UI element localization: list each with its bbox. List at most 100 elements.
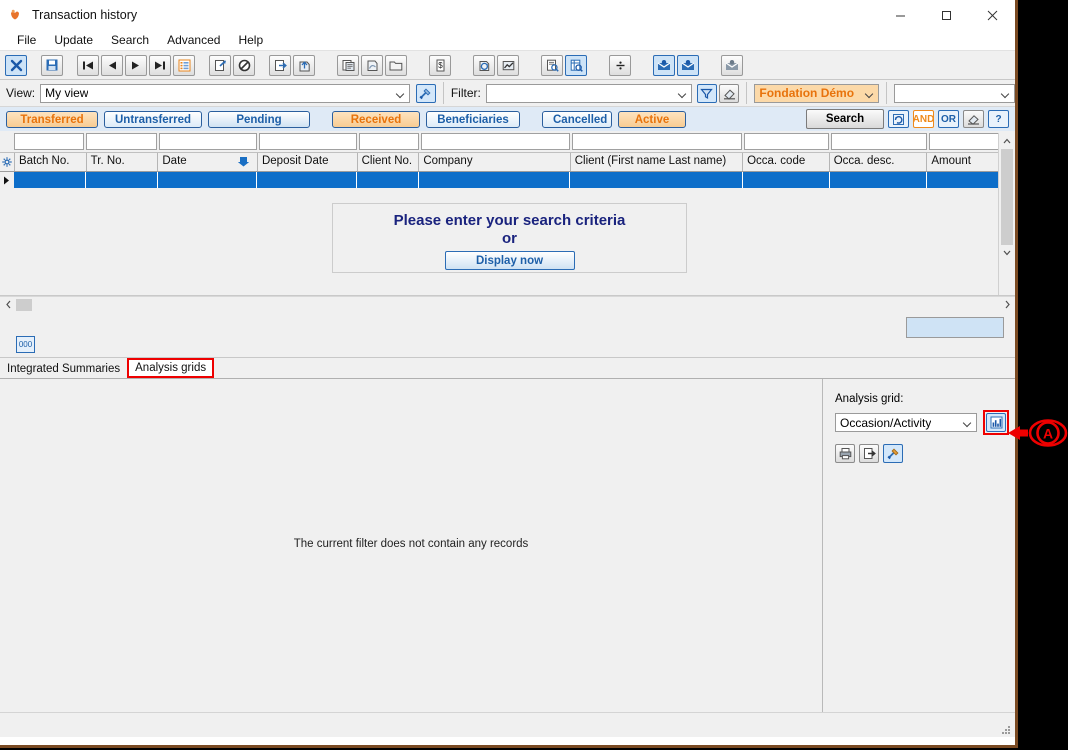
mail-send-icon[interactable] xyxy=(653,54,675,76)
menu-item-advanced[interactable]: Advanced xyxy=(158,31,229,49)
receipt-icon[interactable]: $ xyxy=(429,54,451,76)
analysis-action-buttons xyxy=(835,444,1015,463)
scroll-left-icon[interactable] xyxy=(0,300,16,311)
pill-untransferred[interactable]: Untransferred xyxy=(104,110,202,128)
search-grid-icon[interactable] xyxy=(565,54,587,76)
scrollbar-thumb[interactable] xyxy=(1001,149,1013,245)
menu-item-update[interactable]: Update xyxy=(45,31,102,49)
pill-pending[interactable]: Pending xyxy=(208,110,310,128)
export-icon[interactable] xyxy=(269,54,291,76)
eraser-icon[interactable] xyxy=(963,110,984,128)
svg-text:$: $ xyxy=(438,61,443,70)
grid-horizontal-scrollbar[interactable] xyxy=(0,296,1015,313)
column-header-company[interactable]: Company xyxy=(419,153,571,171)
tab-integrated-summaries[interactable]: Integrated Summaries xyxy=(0,360,127,378)
analysis-chart-area: The current filter does not contain any … xyxy=(0,379,823,712)
filter-input-occa-desc[interactable] xyxy=(830,133,927,150)
list-view-icon[interactable] xyxy=(173,54,195,76)
and-button[interactable]: AND xyxy=(913,110,934,128)
eraser-icon[interactable] xyxy=(719,83,740,103)
column-header-occa-desc[interactable]: Occa. desc. xyxy=(830,153,928,171)
column-header-occa-code[interactable]: Occa. code xyxy=(743,153,830,171)
search-document-icon[interactable] xyxy=(541,54,563,76)
column-header-batch-no[interactable]: Batch No. xyxy=(15,153,87,171)
view-filter-bar: View: My view Filter: Fondation Démo xyxy=(0,80,1015,107)
display-now-button[interactable]: Display now xyxy=(444,251,575,270)
scrollbar-thumb[interactable] xyxy=(16,299,32,311)
tools-icon[interactable] xyxy=(883,444,903,463)
refresh-globe-icon[interactable] xyxy=(473,54,495,76)
filter-input-client-no[interactable] xyxy=(358,133,420,150)
analysis-grid-row: Occasion/Activity xyxy=(835,410,1015,435)
help-button[interactable]: ? xyxy=(988,110,1009,128)
menu-item-help[interactable]: Help xyxy=(229,31,272,49)
close-button[interactable] xyxy=(969,0,1015,30)
funnel-icon[interactable] xyxy=(696,83,717,103)
filter-input-tr-no[interactable] xyxy=(86,133,157,150)
no-records-message: The current filter does not contain any … xyxy=(293,538,529,550)
previous-record-icon[interactable] xyxy=(101,54,123,76)
divide-icon[interactable] xyxy=(609,54,631,76)
search-button[interactable]: Search xyxy=(806,109,884,129)
refresh-search-icon[interactable] xyxy=(888,110,909,128)
column-header-client-no[interactable]: Client No. xyxy=(358,153,420,171)
maximize-button[interactable] xyxy=(923,0,969,30)
column-header-deposit-date[interactable]: Deposit Date xyxy=(258,153,358,171)
or-button[interactable]: OR xyxy=(938,110,959,128)
chart-icon[interactable] xyxy=(497,54,519,76)
search-prompt-box: Please enter your search criteria or Dis… xyxy=(332,203,687,273)
resize-grip-icon[interactable] xyxy=(1001,725,1011,735)
pill-cancelled[interactable]: Cancelled xyxy=(542,110,612,128)
filter-input-deposit-date[interactable] xyxy=(258,133,357,150)
scroll-right-icon[interactable] xyxy=(999,300,1015,311)
scroll-up-icon[interactable] xyxy=(999,133,1015,149)
pill-transferred[interactable]: Transferred xyxy=(6,110,98,128)
export-icon[interactable] xyxy=(859,444,879,463)
preview-icon[interactable] xyxy=(361,54,383,76)
filter-select[interactable] xyxy=(485,83,692,103)
import-icon[interactable] xyxy=(293,54,315,76)
edit-record-icon[interactable] xyxy=(209,54,231,76)
view-select[interactable]: My view xyxy=(40,83,410,103)
pill-active[interactable]: Active xyxy=(618,110,686,128)
pill-received[interactable]: Received xyxy=(332,110,420,128)
cell-client-no xyxy=(356,172,419,188)
filter-input-client-name[interactable] xyxy=(572,133,742,150)
last-record-icon[interactable] xyxy=(149,54,171,76)
filter-input-date[interactable] xyxy=(158,133,257,150)
cancel-icon[interactable] xyxy=(233,54,255,76)
save-icon[interactable] xyxy=(41,54,63,76)
bar-chart-icon[interactable] xyxy=(986,413,1006,432)
column-header-tr-no[interactable]: Tr. No. xyxy=(87,153,159,171)
analysis-grid-select[interactable]: Occasion/Activity xyxy=(835,413,977,432)
foundation-select[interactable]: Fondation Démo xyxy=(754,83,879,103)
record-count-icon[interactable]: 000 xyxy=(16,336,35,353)
chevron-down-icon xyxy=(962,417,973,428)
mail-batch-icon[interactable] xyxy=(721,54,743,76)
pill-beneficiaries[interactable]: Beneficiaries xyxy=(426,110,520,128)
view-tools-icon[interactable] xyxy=(415,83,436,103)
filter-input-occa-code[interactable] xyxy=(743,133,829,150)
report-icon[interactable] xyxy=(337,54,359,76)
grid-selected-row[interactable] xyxy=(0,172,1015,188)
filter-input-batch-no[interactable] xyxy=(13,133,85,150)
grid-settings-icon[interactable] xyxy=(0,153,15,171)
menu-item-search[interactable]: Search xyxy=(102,31,158,49)
extra-select[interactable] xyxy=(893,83,1015,103)
column-header-date[interactable]: Date xyxy=(158,153,258,171)
scroll-down-icon[interactable] xyxy=(999,245,1015,261)
open-folder-icon[interactable] xyxy=(385,54,407,76)
print-icon[interactable] xyxy=(835,444,855,463)
filter-input-company[interactable] xyxy=(421,133,571,150)
column-header-client-name[interactable]: Client (First name Last name) xyxy=(571,153,744,171)
tab-analysis-grids[interactable]: Analysis grids xyxy=(127,358,215,378)
close-icon[interactable] xyxy=(5,54,27,76)
main-toolbar: $ xyxy=(0,50,1015,80)
next-record-icon[interactable] xyxy=(125,54,147,76)
first-record-icon[interactable] xyxy=(77,54,99,76)
minimize-button[interactable] xyxy=(877,0,923,30)
menu-item-file[interactable]: File xyxy=(8,31,45,49)
grid-vertical-scrollbar[interactable] xyxy=(998,133,1015,295)
grid-filter-row xyxy=(0,131,1015,152)
mail-receive-icon[interactable] xyxy=(677,54,699,76)
